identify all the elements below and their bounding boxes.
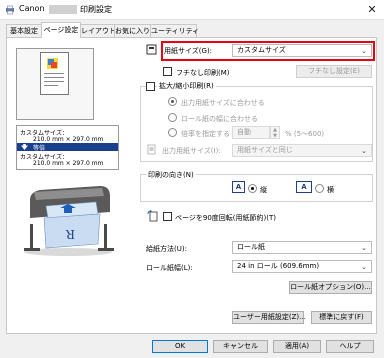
rotate-page-icon <box>147 210 158 222</box>
roll-width-value: 24 in ロール (609.6mm) <box>237 262 320 270</box>
rotate-page-checkbox[interactable] <box>163 212 172 221</box>
orientation-label: 印刷の向き(N) <box>146 170 196 180</box>
tab-layout[interactable]: レイアウト <box>80 24 116 37</box>
chevron-down-icon: ⌄ <box>361 147 367 155</box>
chevron-down-icon: ⌄ <box>361 244 367 252</box>
portrait-radio[interactable] <box>248 184 257 193</box>
tab-page-setup[interactable]: ページ設定 <box>41 22 81 38</box>
window-title-suffix: 印刷設定 <box>80 5 112 14</box>
preview-text-line <box>44 77 64 78</box>
landscape-radio[interactable] <box>315 184 324 193</box>
printer-app-icon <box>6 5 14 15</box>
custom-paper-button[interactable]: ユーザー用紙設定(Z)... <box>232 311 306 324</box>
printer-illustration: R <box>24 186 114 256</box>
window-title-redacted <box>49 5 77 14</box>
output-size-icon <box>147 144 156 155</box>
scale-specify-radio[interactable] <box>168 128 177 137</box>
apply-button[interactable]: 適用(A) <box>273 340 321 353</box>
portrait-label: 縦 <box>260 186 267 194</box>
preview-text-line <box>44 85 58 86</box>
portrait-icon: A <box>232 181 245 193</box>
borderless-checkbox[interactable] <box>163 67 172 76</box>
preview-text-line <box>44 81 64 82</box>
scaled-printing-checkbox[interactable] <box>146 82 155 91</box>
landscape-icon: A <box>296 181 312 193</box>
window-title-prefix: Canon <box>19 4 45 13</box>
output-size-label: 出力用紙サイズ(I): <box>162 147 221 155</box>
roll-options-button[interactable]: ロール紙オプション(O)... <box>289 281 372 294</box>
output-size-value: 210.0 mm × 297.0 mm <box>33 160 104 167</box>
output-size-value: 用紙サイズと同じ <box>237 146 293 154</box>
input-size-value: 210.0 mm × 297.0 mm <box>33 136 104 143</box>
tab-basic[interactable]: 基本設定 <box>6 24 42 37</box>
scale-input[interactable]: 自動 <box>232 126 270 139</box>
scale-bar: 等倍 <box>17 143 118 152</box>
tab-utility[interactable]: ユーティリティ <box>150 24 199 37</box>
svg-text:R: R <box>65 227 75 241</box>
fit-roll-label: ロール紙の幅に合わせる <box>181 115 258 123</box>
help-button[interactable]: ヘルプ <box>326 340 374 353</box>
chevron-down-icon: ⌄ <box>361 263 367 271</box>
scale-specify-label: 倍率を指定する <box>181 130 230 138</box>
borderless-label: フチなし印刷(M) <box>176 69 230 77</box>
paper-size-highlight <box>161 41 375 61</box>
paper-size-icon <box>146 44 157 55</box>
fit-paper-label: 出力用紙サイズに合わせる <box>181 99 265 107</box>
scale-value: 自動 <box>237 128 251 136</box>
preview-image-icon <box>47 58 58 69</box>
scale-spinner[interactable]: ▲ ▼ <box>270 126 280 139</box>
roll-width-label: ロール紙幅(L): <box>146 264 193 272</box>
roll-width-select[interactable]: 24 in ロール (609.6mm) ⌄ <box>232 260 372 273</box>
size-info-box: カスタムサイズ： 210.0 mm × 297.0 mm 等倍 カスタムサイズ：… <box>16 125 119 170</box>
paper-feed-label: 給紙方法(U): <box>146 245 187 253</box>
arrow-down-icon <box>21 144 28 150</box>
scaled-printing-label: 拡大/縮小印刷(R) <box>157 81 216 91</box>
paper-feed-select[interactable]: ロール紙 ⌄ <box>232 241 372 254</box>
preview-text-line <box>44 73 64 74</box>
defaults-button[interactable]: 標準に戻す(F) <box>311 311 372 324</box>
borderless-settings-button[interactable]: フチなし設定(E) <box>296 65 372 78</box>
scale-range-label: % (5～600) <box>285 130 325 138</box>
landscape-label: 横 <box>327 186 334 194</box>
close-button[interactable]: ✕ <box>364 2 380 18</box>
tab-favorites[interactable]: お気に入り <box>114 24 151 37</box>
rotate-page-label: ページを90度回転(用紙節約)(T) <box>175 214 276 222</box>
scale-label: 等倍 <box>33 145 46 152</box>
cancel-button[interactable]: キャンセル <box>213 340 268 353</box>
paper-feed-value: ロール紙 <box>237 243 265 251</box>
ok-button[interactable]: OK <box>152 340 208 353</box>
output-size-select[interactable]: 用紙サイズと同じ ⌄ <box>232 144 372 157</box>
fit-roll-radio[interactable] <box>168 113 177 122</box>
fit-paper-radio[interactable] <box>168 97 177 106</box>
